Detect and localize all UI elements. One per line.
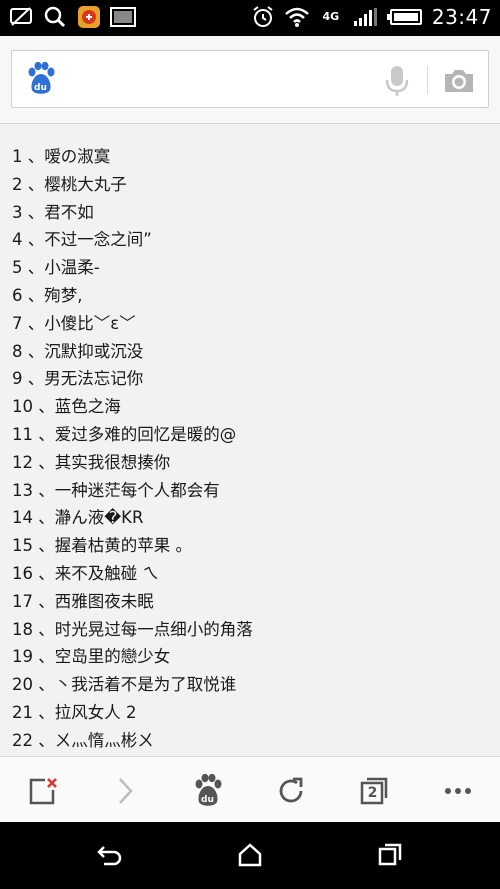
list-item: 19 、空岛里的戀少女 [12,647,171,667]
more-icon[interactable] [441,774,475,808]
list-item: 14 、瀞ん液�KR [12,508,144,528]
cast-off-icon [8,4,34,30]
list-item: 1 、嗳の淑寞 [12,147,111,166]
list-item: 13 、一种迷茫每个人都会有 [12,480,220,500]
back-icon[interactable] [95,840,125,870]
browser-toolbar: du 2 [0,756,500,822]
system-nav-bar [0,822,500,889]
forward-icon[interactable] [108,774,142,808]
list-item: 16 、来不及触碰 ㄟ [12,563,159,583]
wifi-icon [284,4,310,30]
baidu-logo-icon: du [26,61,56,96]
list-item: 9 、男无法忘记你 [12,369,144,389]
refresh-icon[interactable] [274,774,308,808]
battery-icon [386,4,424,30]
search-box[interactable]: du [11,50,489,108]
app-notification-icon [76,4,102,30]
search-icon [42,4,68,30]
alarm-icon [250,4,276,30]
recents-icon[interactable] [375,840,405,870]
divider [427,66,428,94]
tab-count: 2 [367,785,378,801]
list-item: 17 、西雅图夜未眠 [12,591,154,611]
list-item: 20 、丶我活着不是为了取悦谁 [12,675,237,695]
list-item: 15 、握着枯黄的苹果 。 [12,536,192,556]
tabs-icon[interactable]: 2 [357,774,391,808]
list-item: 11 、爱过多难的回忆是暖的@ [12,424,237,444]
svg-text:du: du [201,795,214,805]
svg-text:du: du [34,83,47,93]
list-item: 18 、时光晃过每一点细小的角落 [12,619,253,639]
search-header: du [0,36,500,124]
list-item: 21 、拉风女人 2 [12,702,137,722]
list-item: 10 、蓝色之海 [12,397,121,417]
list-item: 8 、沉默抑或沉没 [12,341,144,361]
status-bar: 4G 23:47 [0,0,500,36]
close-page-icon[interactable] [26,774,60,808]
list-item: 6 、殉梦, [12,285,83,305]
list-item: 4 、不过一念之间” [12,230,152,250]
home-icon[interactable] [235,840,265,870]
list-item: 22 、ㄨ灬惰灬彬ㄨ [12,730,154,750]
list-item: 2 、樱桃大丸子 [12,174,127,194]
network-label: 4G [322,10,340,23]
list-item: 3 、君不如 [12,202,94,222]
4g-icon: 4G [318,4,344,30]
list-item: 7 、小傻比﹀ε﹀ [12,313,136,333]
microphone-icon[interactable] [384,65,410,97]
content-area: 1 、嗳の淑寞 2 、樱桃大丸子 3 、君不如 4 、不过一念之间” 5 、小温… [0,124,500,756]
gallery-icon [110,4,136,30]
baidu-home-icon[interactable]: du [191,774,225,808]
signal-icon [352,4,378,30]
list-item: 5 、小温柔- [12,258,100,278]
camera-icon[interactable] [442,67,476,95]
list-item: 12 、其实我很想揍你 [12,452,171,472]
search-input[interactable] [70,59,370,99]
name-list: 1 、嗳の淑寞 2 、樱桃大丸子 3 、君不如 4 、不过一念之间” 5 、小温… [12,143,492,755]
clock-time: 23:47 [431,5,492,29]
